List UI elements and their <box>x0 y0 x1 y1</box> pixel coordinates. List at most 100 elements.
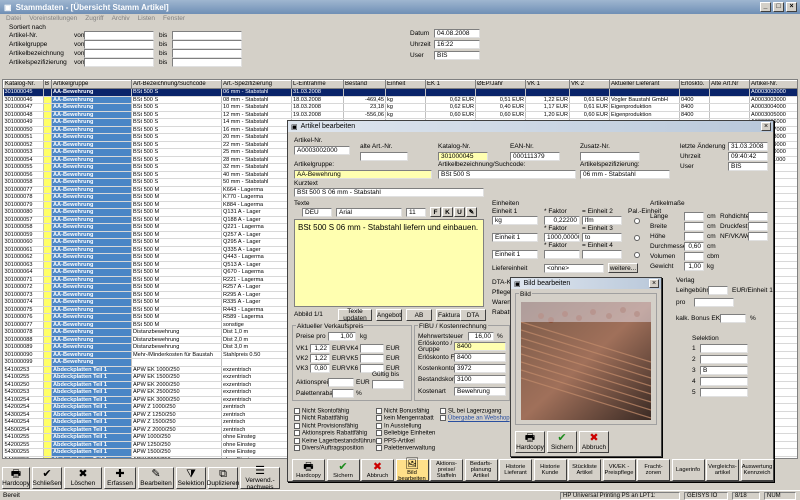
text-tab[interactable]: Angebot <box>376 309 402 321</box>
checkbox-box[interactable] <box>294 430 300 437</box>
edit-button-14[interactable]: Auswertung Kennzeich <box>740 459 774 481</box>
checkbox-box[interactable] <box>294 437 300 444</box>
checkbox-box[interactable] <box>294 408 300 414</box>
main-button-5[interactable]: ✎ Bearbeiten <box>138 467 174 489</box>
einheit-ref-select-1[interactable]: Einheit 1 <box>492 233 538 242</box>
edit-button-1[interactable]: 🖶 Hardcopy <box>292 459 325 481</box>
gueltig-field[interactable] <box>372 380 404 389</box>
text-tab[interactable]: AB <box>406 309 432 321</box>
main-button-7[interactable]: ⧉ Duplizieren <box>207 467 239 489</box>
menu-item[interactable]: Datei <box>6 15 21 23</box>
main-button-4[interactable]: ✚ Erfassen <box>104 467 136 489</box>
bild-button-3[interactable]: ✖ Abbruch <box>579 431 609 453</box>
option-checkbox[interactable]: PPS-Artikel <box>376 437 415 444</box>
column-header[interactable]: Artikel-Nr. <box>749 80 797 89</box>
text-tab[interactable]: Faktura <box>436 309 462 321</box>
option-checkbox[interactable]: kein Mengenrabatt <box>376 415 434 422</box>
text-editor[interactable]: BSt 500 S 06 mm - Stabstahl liefern und … <box>294 219 484 307</box>
checkbox-box[interactable] <box>376 430 382 437</box>
column-header[interactable]: Katalog-Nr. <box>3 80 44 89</box>
kurztext-field[interactable]: BSt 500 S 06 mm - Stabstahl <box>294 188 484 197</box>
filter-bis-field[interactable] <box>172 49 242 58</box>
menu-item[interactable]: Voreinstellungen <box>29 15 77 23</box>
edit-button-3[interactable]: ✖ Abbruch <box>361 459 394 481</box>
main-button-1[interactable]: 🖶 Hardcopy <box>2 467 30 489</box>
option-checkbox[interactable]: SL bei Lagerzugang <box>440 408 502 415</box>
gruppe-select[interactable]: AA-Bewehrung <box>294 170 432 179</box>
column-header[interactable]: Bestand <box>343 80 386 89</box>
close-icon[interactable]: × <box>786 2 797 12</box>
option-checkbox[interactable]: Aktionspreis Rabattfähig <box>294 430 367 437</box>
liefer-select[interactable]: <ohne> <box>544 264 604 273</box>
checkbox-box[interactable] <box>440 408 446 414</box>
format-button[interactable]: U <box>454 207 465 217</box>
preis-field[interactable]: 1,00 <box>328 332 356 341</box>
checkbox-box[interactable] <box>376 408 382 414</box>
checkbox-box[interactable] <box>376 422 382 429</box>
selektion-field[interactable] <box>700 355 748 364</box>
fontsize-select[interactable]: 11 <box>406 208 426 217</box>
filter-von-field[interactable] <box>84 58 154 67</box>
option-checkbox[interactable]: Keine Lagerbestandsführung <box>294 437 379 444</box>
selektion-field[interactable] <box>700 388 748 397</box>
filter-von-field[interactable] <box>84 40 154 49</box>
option-checkbox[interactable]: Palettenverwaltung <box>376 445 435 452</box>
font-select[interactable]: Arial <box>336 208 402 217</box>
main-button-8[interactable]: ☰ Verwend.-nachweis <box>240 465 280 491</box>
checkbox-box[interactable] <box>376 415 382 422</box>
filter-bis-field[interactable] <box>172 58 242 67</box>
zusatz-field[interactable] <box>580 152 640 161</box>
checkbox-box[interactable] <box>294 415 300 422</box>
main-button-3[interactable]: ✖ Löschen <box>64 467 102 489</box>
menu-item[interactable]: Zugriff <box>85 15 103 23</box>
erlosfr-field[interactable]: 8400 <box>454 353 506 362</box>
edit-button-13[interactable]: Vergleichs-artikel <box>706 459 739 481</box>
masse-field[interactable] <box>684 222 704 231</box>
column-header[interactable]: Erlöskto. <box>679 80 710 89</box>
column-header[interactable]: B <box>43 80 52 89</box>
leihgebuehr-field[interactable] <box>708 286 728 295</box>
masse-field[interactable]: 0,60 <box>684 242 704 251</box>
masse-extra-field[interactable] <box>748 212 768 221</box>
edit-button-2[interactable]: ✔ Sichern <box>326 459 360 481</box>
column-header[interactable]: VK 2 <box>569 80 610 89</box>
weitere-button[interactable]: weitere... <box>608 263 638 273</box>
bild-close-icon[interactable]: × <box>649 279 659 288</box>
menu-item[interactable]: Archiv <box>112 15 130 23</box>
main-button-6[interactable]: ⧩ Selektion <box>176 467 206 489</box>
vk-field[interactable]: 0,80 <box>310 364 330 373</box>
bild-button-1[interactable]: 🖶 Hardcopy <box>515 431 545 453</box>
option-checkbox[interactable]: Nicht Bonusfähig <box>376 408 429 415</box>
pal-radio-2[interactable] <box>634 235 640 241</box>
masse-field[interactable]: 1,00 <box>684 262 704 271</box>
column-header[interactable]: Aktueller Lieferant <box>609 80 680 89</box>
pal-radio-3[interactable] <box>634 252 640 258</box>
faktor3-field[interactable] <box>544 250 580 259</box>
spez-field[interactable]: 06 mm - Stabstahl <box>580 170 670 179</box>
katalog-field[interactable]: 301000045 <box>438 152 488 161</box>
column-header[interactable]: EK 1 <box>425 80 476 89</box>
menu-item[interactable]: Fenster <box>163 15 185 23</box>
format-button[interactable]: K <box>442 207 453 217</box>
einheit4-select[interactable] <box>582 250 622 259</box>
checkbox-box[interactable] <box>294 445 300 451</box>
column-header[interactable]: L-Eintrahme <box>291 80 344 89</box>
kost-field[interactable]: 3972 <box>454 364 506 373</box>
edit-button-6[interactable]: Bedarfs-planung Artikel <box>464 459 498 481</box>
masse-extra-field[interactable] <box>748 222 768 231</box>
filter-bis-field[interactable] <box>172 40 242 49</box>
checkbox-box[interactable] <box>376 437 382 444</box>
table-row[interactable]: 301000046 AA-Bewehrung BSt 500 S 08 mm - St… <box>3 96 797 104</box>
masse-field[interactable] <box>684 252 704 261</box>
pal-radio-1[interactable] <box>634 218 640 224</box>
mwst-field[interactable]: 16,00 <box>468 332 494 341</box>
vk-field[interactable] <box>360 344 384 353</box>
ean-field[interactable]: 000111379 <box>510 152 560 161</box>
main-button-2[interactable]: ✔ Schließen <box>32 467 62 489</box>
bestand-field[interactable]: 3100 <box>454 375 506 384</box>
format-button[interactable]: F <box>430 207 441 217</box>
option-checkbox[interactable]: Beliebige Einheiten <box>376 430 435 437</box>
text-tab[interactable]: Texte updaten <box>338 308 372 322</box>
column-header[interactable]: Artikelgruppe <box>51 80 132 89</box>
option-checkbox[interactable]: Nicht Skontofähig <box>294 408 349 415</box>
